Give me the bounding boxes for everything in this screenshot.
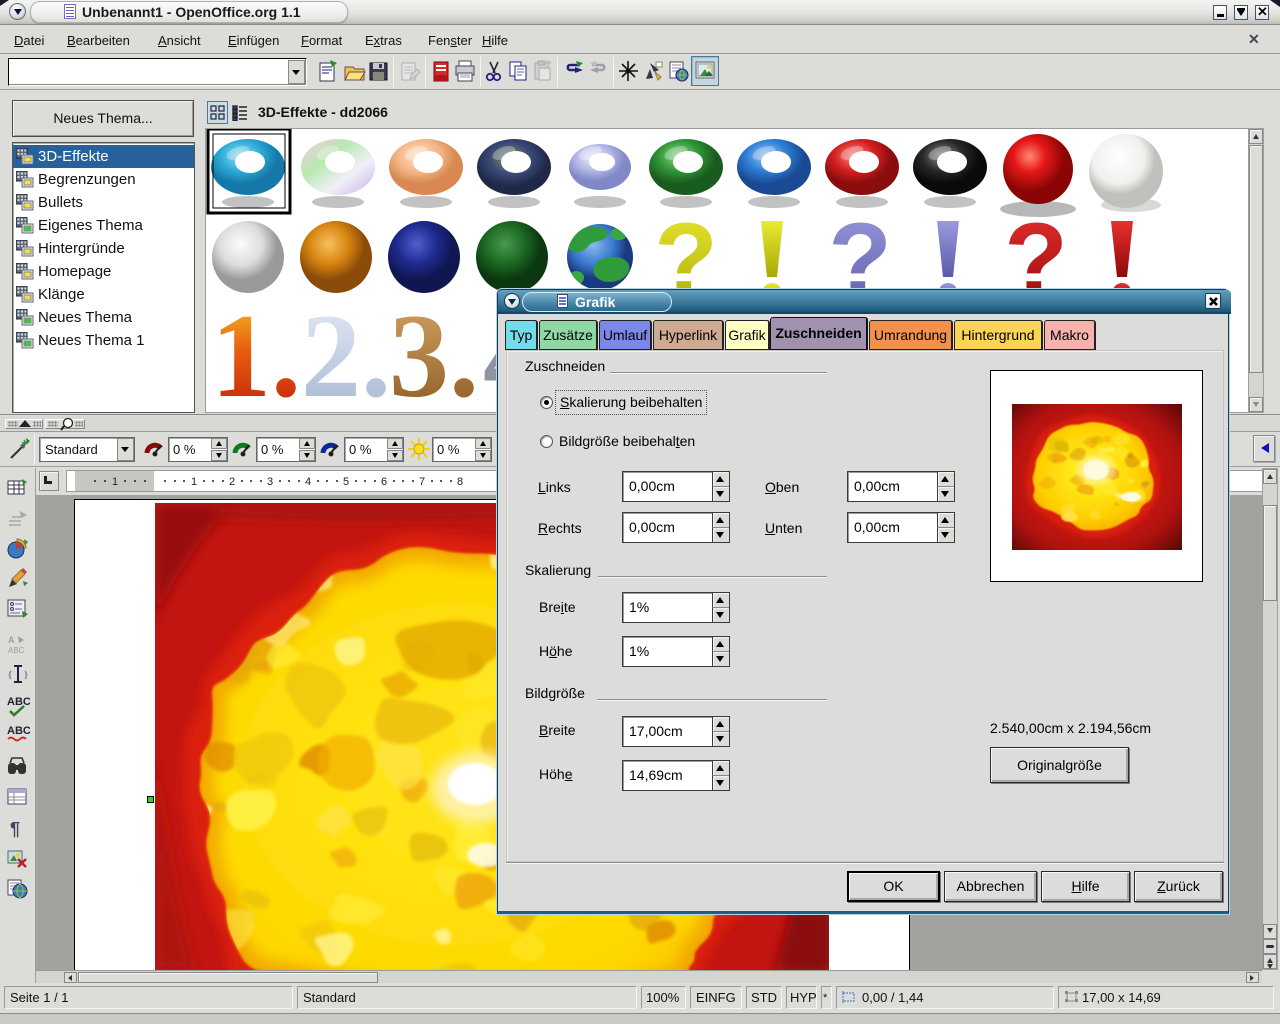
- svg-text:6: 6: [381, 476, 387, 488]
- svg-text:¶: ¶: [10, 819, 20, 839]
- svg-text:ABC: ABC: [7, 696, 30, 708]
- svg-text:1: 1: [191, 476, 197, 488]
- svg-text:2.: 2.: [301, 289, 391, 413]
- svg-text:8: 8: [457, 476, 463, 488]
- svg-text:ABC: ABC: [8, 646, 25, 655]
- svg-text:A: A: [8, 635, 15, 645]
- svg-text:2: 2: [229, 476, 235, 488]
- svg-text:1: 1: [112, 476, 118, 488]
- svg-text:7: 7: [419, 476, 425, 488]
- svg-text:3.: 3.: [389, 289, 479, 413]
- svg-text:3: 3: [267, 476, 273, 488]
- svg-text:1.: 1.: [211, 289, 301, 413]
- svg-text:ABC: ABC: [7, 725, 30, 737]
- svg-text:5: 5: [343, 476, 349, 488]
- svg-text:4: 4: [305, 476, 311, 488]
